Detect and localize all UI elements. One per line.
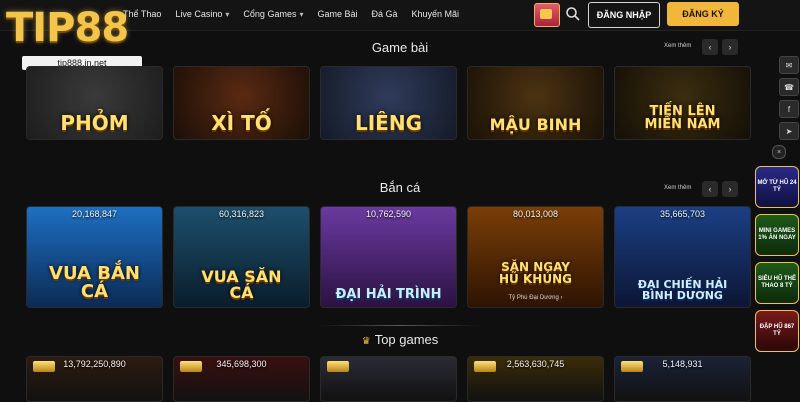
promo-banner[interactable]: SIÊU HŨ THỂ THAO 8 TỶ — [755, 262, 799, 304]
jackpot-value: 13,792,250,890 — [63, 359, 126, 369]
game-card-xi-to[interactable]: XÌ TỐ — [173, 66, 310, 140]
game-card-top-4[interactable]: 2,563,630,745 — [467, 356, 604, 402]
game-card-dai-hai-trinh[interactable]: 10,762,590 ĐẠI HẢI TRÌNH — [320, 206, 457, 308]
nav-label: Khuyến Mãi — [411, 9, 460, 19]
jackpot-value: 10,762,590 — [365, 209, 412, 219]
card-title: MẬU BINH — [489, 115, 582, 134]
nav-label: Live Casino — [175, 9, 223, 19]
facebook-icon[interactable]: f — [779, 100, 799, 118]
jackpot-value: 2,563,630,745 — [506, 359, 565, 369]
nav-item-da-ga[interactable]: Đá Gà — [365, 9, 405, 19]
promo-banner[interactable]: ĐẬP HŨ 867 TỶ — [755, 310, 799, 352]
card-title: LIÊNG — [354, 111, 422, 135]
see-more-link[interactable]: Xem thêm — [664, 43, 691, 49]
chevron-left-icon[interactable]: ‹ — [702, 39, 718, 55]
nav-label: Đá Gà — [371, 9, 398, 19]
chevron-down-icon: ▾ — [299, 9, 304, 19]
main-nav: Thể Thao Live Casino ▾ Cổng Games ▾ Game B… — [116, 0, 466, 28]
game-card-top-3[interactable] — [320, 356, 457, 402]
close-icon[interactable]: × — [772, 145, 786, 159]
game-card-top-5[interactable]: 5,148,931 — [614, 356, 751, 402]
nav-label: Game Bài — [317, 9, 358, 19]
promo-banner[interactable]: MINI GAMES 1% ĂN NGAY — [755, 214, 799, 256]
chevron-right-icon[interactable]: › — [722, 181, 738, 197]
search-icon[interactable] — [565, 6, 581, 22]
section-divider — [320, 325, 480, 326]
crown-icon: ♛ — [361, 336, 371, 347]
game-card-top-1[interactable]: 13,792,250,890 — [26, 356, 163, 402]
see-more-link[interactable]: Xem thêm — [664, 185, 691, 191]
side-promos: MỞ TỪ HŨ 24 TỶ MINI GAMES 1% ĂN NGAY SIÊ… — [755, 166, 799, 352]
game-card-top-2[interactable]: 345,698,300 — [173, 356, 310, 402]
game-card-mau-binh[interactable]: MẬU BINH — [467, 66, 604, 140]
gift-icon[interactable] — [534, 3, 560, 27]
phone-icon[interactable]: ☎ — [779, 78, 799, 96]
game-card-vua-san-ca[interactable]: 60,316,823 VUA SĂN CÁ — [173, 206, 310, 308]
jackpot-value: 345,698,300 — [216, 359, 267, 369]
jackpot-value: 5,148,931 — [662, 359, 703, 369]
promo-banner[interactable]: MỞ TỪ HŨ 24 TỶ — [755, 166, 799, 208]
chat-icon[interactable]: ✉ — [779, 56, 799, 74]
top-games-row: 13,792,250,890 345,698,300 2,563,630,745… — [26, 356, 751, 402]
card-title: XÌ TỐ — [211, 111, 272, 135]
side-contact-icons: ✉ ☎ f ➤ — [779, 56, 799, 140]
telegram-icon[interactable]: ➤ — [779, 122, 799, 140]
jackpot-value: 80,013,008 — [512, 209, 559, 219]
card-title: PHỎM — [60, 111, 129, 135]
nav-item-cong-games[interactable]: Cổng Games ▾ — [236, 9, 310, 19]
jackpot-value: 35,665,703 — [659, 209, 706, 219]
hot-badge-icon — [327, 361, 349, 372]
nav-label: Cổng Games — [243, 9, 297, 19]
ban-ca-row: 20,168,847 VUA BẮN CÁ 60,316,823 VUA SĂN… — [26, 206, 751, 308]
section-title-top-games: ♛ Top games — [0, 332, 800, 347]
game-card-dai-chien-hai-binh-duong[interactable]: 35,665,703 ĐẠI CHIẾN HẢI BÌNH DƯƠNG — [614, 206, 751, 308]
chevron-left-icon[interactable]: ‹ — [702, 181, 718, 197]
game-bai-row: PHỎM XÌ TỐ LIÊNG MẬU BINH TIẾN LÊN MIỀN … — [26, 66, 751, 140]
chevron-down-icon: ▾ — [225, 9, 230, 19]
brand-logo[interactable]: TIP88 tip888.in.net — [4, 0, 142, 74]
register-button[interactable]: ĐĂNG KÝ — [667, 2, 739, 26]
game-card-phom[interactable]: PHỎM — [26, 66, 163, 140]
card-title: ĐẠI CHIẾN HẢI BÌNH DƯƠNG — [637, 278, 728, 302]
game-card-tien-len-mien-nam[interactable]: TIẾN LÊN MIỀN NAM — [614, 66, 751, 140]
login-button[interactable]: ĐĂNG NHẬP — [588, 2, 660, 28]
card-subtitle[interactable]: Tỷ Phú Đại Dương › — [468, 295, 603, 301]
chevron-right-icon[interactable]: › — [722, 39, 738, 55]
game-card-lieng[interactable]: LIÊNG — [320, 66, 457, 140]
section-title-text: Top games — [374, 332, 439, 347]
nav-item-game-bai[interactable]: Game Bài — [310, 9, 364, 19]
jackpot-value: 60,316,823 — [218, 209, 265, 219]
card-title: VUA SĂN CÁ — [201, 267, 282, 302]
jackpot-value: 20,168,847 — [71, 209, 118, 219]
nav-item-khuyen-mai[interactable]: Khuyến Mãi — [405, 9, 467, 19]
card-title: TIẾN LÊN MIỀN NAM — [644, 104, 721, 132]
card-title: VUA BẮN CÁ — [49, 263, 140, 302]
game-card-vua-ban-ca[interactable]: 20,168,847 VUA BẮN CÁ — [26, 206, 163, 308]
game-card-san-ngay-hu-khung[interactable]: 80,013,008 SĂN NGAY HŨ KHỦNG Tỷ Phú Đại … — [467, 206, 604, 308]
card-title: SĂN NGAY HŨ KHỦNG — [499, 260, 572, 286]
card-title: ĐẠI HẢI TRÌNH — [335, 287, 442, 302]
nav-item-live-casino[interactable]: Live Casino ▾ — [168, 9, 236, 19]
